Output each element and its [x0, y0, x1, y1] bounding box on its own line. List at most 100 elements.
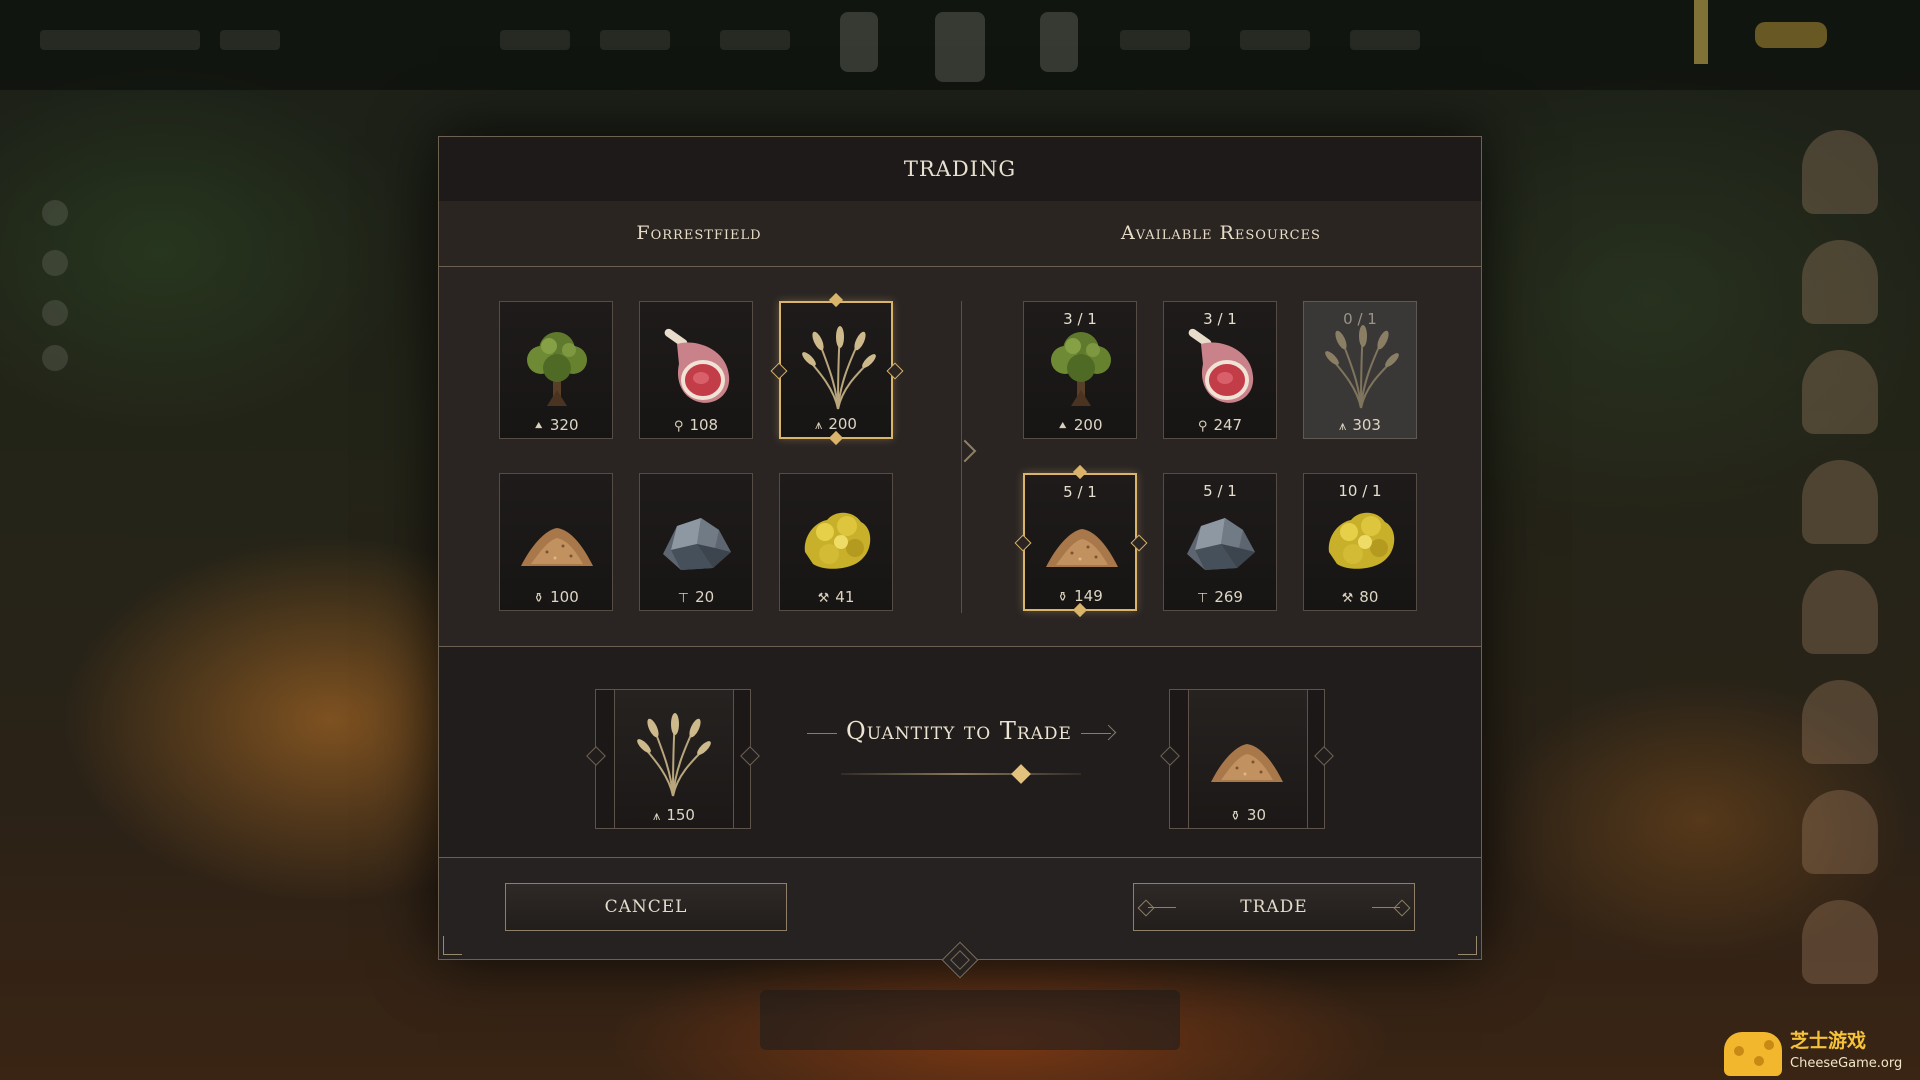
- resource-grid-area: ⯅320 ⚲108 ⩚200 ⚱100 ⊤20 ⚒41 3 / 1: [439, 267, 1481, 647]
- available-resources-heading: Available Resources: [1121, 222, 1321, 244]
- meat-small-icon: ⚲: [673, 419, 684, 434]
- ore-icon: ⚒: [1341, 591, 1354, 606]
- background-portrait: [1802, 350, 1878, 434]
- meat-small-icon: ⚲: [1197, 419, 1208, 434]
- receive-slot[interactable]: ⚱ 30: [1169, 689, 1325, 829]
- give-slot[interactable]: ⩚ 150: [595, 689, 751, 829]
- wheat-small-icon: ⩚: [1339, 419, 1347, 434]
- background-portrait: [1802, 240, 1878, 324]
- dialog-title-bar: TRADING: [439, 137, 1481, 202]
- pot-icon: ⚱: [1057, 590, 1069, 605]
- background-bottom-bar: [760, 990, 1180, 1050]
- background-portrait: [1802, 900, 1878, 984]
- wheat-icon: [633, 712, 713, 798]
- background-hud-marker: [1694, 0, 1708, 64]
- background-hud-item: [1350, 30, 1420, 50]
- background-portrait: [1802, 570, 1878, 654]
- background-hud-item: [720, 30, 790, 50]
- background-hud-icon: [840, 12, 878, 72]
- pot-icon: ⚱: [533, 591, 545, 606]
- resource-count: ⚲ 108: [673, 416, 719, 434]
- wood-icon: [517, 324, 597, 410]
- ore-icon: ⚒: [817, 591, 830, 606]
- right-resource-tile-stone[interactable]: 5 / 1 ⊤ 269: [1163, 473, 1277, 611]
- cancel-button[interactable]: CANCEL: [505, 883, 787, 931]
- sand-icon: [1042, 497, 1122, 583]
- right-resource-tile-gold[interactable]: 10 / 1 ⚒ 80: [1303, 473, 1417, 611]
- background-hud-item: [1120, 30, 1190, 50]
- button-ornament-icon: [1137, 899, 1155, 917]
- settlement-name: Forrestfield: [636, 222, 762, 244]
- wheat-small-icon: ⩚: [815, 418, 823, 433]
- cheese-logo-icon: [1724, 1032, 1782, 1076]
- resource-count: ⊤ 20: [677, 588, 715, 606]
- receive-amount: ⚱ 30: [1230, 806, 1266, 824]
- background-portrait: [1802, 130, 1878, 214]
- receive-slot-frame: ⚱ 30: [1188, 690, 1308, 828]
- background-portrait: [1802, 680, 1878, 764]
- trade-preview-area: ⩚ 150 Quantity to Trade ⚱ 30: [439, 647, 1481, 858]
- background-side-icon: [42, 345, 68, 371]
- background-hud-item: [500, 30, 570, 50]
- anvil-icon: ⊤: [1197, 591, 1209, 606]
- meat-icon: [1181, 324, 1261, 410]
- quantity-slider-thumb[interactable]: [1011, 764, 1031, 784]
- dialog-title: TRADING: [903, 157, 1017, 181]
- resource-count: ⩚ 303: [1339, 416, 1381, 434]
- watermark: 芝士游戏 CheeseGame.org: [1720, 1024, 1920, 1080]
- resource-count: ⚲ 247: [1197, 416, 1243, 434]
- background-side-icon: [42, 200, 68, 226]
- sand-icon: [1207, 712, 1287, 798]
- background-hud-item: [220, 30, 280, 50]
- right-resource-tile-meat[interactable]: 3 / 1 ⚲ 247: [1163, 301, 1277, 439]
- left-resource-tile-wheat[interactable]: ⩚ 200: [779, 301, 893, 439]
- button-ornament-line: [1148, 907, 1176, 908]
- quantity-slider-track[interactable]: [841, 773, 1081, 775]
- chevron-right-icon: [953, 439, 977, 463]
- resource-count: ⯅ 200: [1057, 416, 1103, 434]
- quantity-to-trade-label: Quantity to Trade: [846, 717, 1072, 745]
- left-resource-tile-wood[interactable]: ⯅ 320: [499, 301, 613, 439]
- background-hud-icon: [935, 12, 985, 82]
- left-resource-tile-meat[interactable]: ⚲ 108: [639, 301, 753, 439]
- pot-icon: ⚱: [1230, 809, 1241, 824]
- watermark-site: CheeseGame.org: [1790, 1056, 1903, 1071]
- left-resource-tile-stone[interactable]: ⊤ 20: [639, 473, 753, 611]
- button-ornament-icon: [1393, 899, 1411, 917]
- background-hud-item: [600, 30, 670, 50]
- corner-ornament: [1458, 936, 1477, 955]
- background-portrait: [1802, 790, 1878, 874]
- cheese-hole: [1754, 1056, 1764, 1066]
- sand-icon: [517, 496, 597, 582]
- stone-icon: [657, 496, 737, 582]
- trade-button[interactable]: TRADE: [1133, 883, 1415, 931]
- background-hud-item: [40, 30, 200, 50]
- resource-count: ⚒ 41: [817, 588, 855, 606]
- resource-count: ⚒ 80: [1341, 588, 1379, 606]
- right-resource-tile-sand[interactable]: 5 / 1 ⚱ 149: [1023, 473, 1137, 611]
- cheese-hole: [1764, 1040, 1774, 1050]
- watermark-title: 芝士游戏: [1790, 1030, 1867, 1052]
- resource-count: ⊤ 269: [1197, 588, 1243, 606]
- corner-ornament: [443, 936, 462, 955]
- resource-count: ⚱ 100: [533, 588, 579, 606]
- stone-icon: [1181, 496, 1261, 582]
- wheat-small-icon: ⩚: [653, 809, 661, 824]
- gold-icon: [797, 496, 877, 582]
- give-amount: ⩚ 150: [653, 806, 695, 824]
- right-resource-tile-wheat-disabled: 0 / 1 ⩚ 303: [1303, 301, 1417, 439]
- wood-icon: [1041, 324, 1121, 410]
- cheese-hole: [1734, 1046, 1744, 1056]
- left-resource-tile-sand[interactable]: ⚱ 100: [499, 473, 613, 611]
- background-hud-item: [1240, 30, 1310, 50]
- anvil-icon: ⊤: [677, 591, 690, 606]
- give-slot-frame: ⩚ 150: [614, 690, 734, 828]
- gold-icon: [1321, 496, 1401, 582]
- right-resource-tile-wood[interactable]: 3 / 1 ⯅ 200: [1023, 301, 1137, 439]
- background-hud-gold: [1755, 22, 1827, 48]
- meat-icon: [657, 324, 737, 410]
- resource-count: ⯅ 320: [533, 416, 579, 434]
- wheat-icon: [1321, 324, 1401, 410]
- left-resource-tile-gold[interactable]: ⚒ 41: [779, 473, 893, 611]
- background-side-icon: [42, 250, 68, 276]
